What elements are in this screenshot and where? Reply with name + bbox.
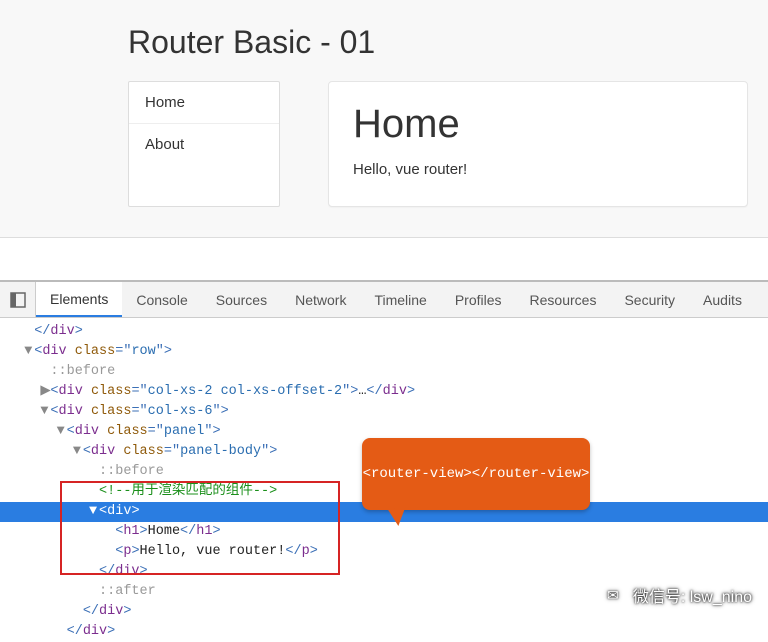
wechat-icon: ✉ xyxy=(601,583,625,607)
devtools-tab-profiles[interactable]: Profiles xyxy=(441,282,516,317)
devtools-tab-network[interactable]: Network xyxy=(281,282,360,317)
page-title: Router Basic - 01 xyxy=(0,0,768,81)
dom-line[interactable]: ▼<div class="col-xs-6"> xyxy=(0,402,768,422)
devtools-tabs: ElementsConsoleSourcesNetworkTimelinePro… xyxy=(0,282,768,318)
dom-line[interactable]: ::before xyxy=(0,362,768,382)
dom-line[interactable]: <p>Hello, vue router!</p> xyxy=(0,542,768,562)
nav-item-home[interactable]: Home xyxy=(129,82,279,124)
dom-line[interactable]: </div> xyxy=(0,622,768,642)
devtools-tab-elements[interactable]: Elements xyxy=(36,282,122,317)
devtools-tab-timeline[interactable]: Timeline xyxy=(360,282,440,317)
devtools-tab-resources[interactable]: Resources xyxy=(516,282,611,317)
content-panel: Home Hello, vue router! xyxy=(328,81,748,207)
devtools-tab-sources[interactable]: Sources xyxy=(202,282,281,317)
callout-text: <router-view></router-view> xyxy=(363,464,590,484)
devtools-tab-console[interactable]: Console xyxy=(122,282,201,317)
callout-tooltip: <router-view></router-view> xyxy=(362,438,590,510)
devtools-tab-security[interactable]: Security xyxy=(610,282,689,317)
panel-text: Hello, vue router! xyxy=(353,161,723,178)
watermark: ✉ 微信号: lsw_nino xyxy=(601,583,752,607)
dom-line[interactable]: ▶<div class="col-xs-2 col-xs-offset-2">…… xyxy=(0,382,768,402)
nav-list: Home About xyxy=(128,81,280,207)
devtools-panel: ElementsConsoleSourcesNetworkTimelinePro… xyxy=(0,280,768,617)
devtools-tab-audits[interactable]: Audits xyxy=(689,282,756,317)
dom-line[interactable]: </div> xyxy=(0,322,768,342)
app-page: Router Basic - 01 Home About Home Hello,… xyxy=(0,0,768,238)
dock-icon[interactable] xyxy=(0,282,36,317)
nav-item-about[interactable]: About xyxy=(129,124,279,165)
dom-line[interactable]: </div> xyxy=(0,562,768,582)
watermark-text: 微信号: lsw_nino xyxy=(633,583,752,607)
panel-heading: Home xyxy=(353,102,723,147)
dom-line[interactable]: ▼<div class="row"> xyxy=(0,342,768,362)
layout-row: Home About Home Hello, vue router! xyxy=(0,81,768,207)
